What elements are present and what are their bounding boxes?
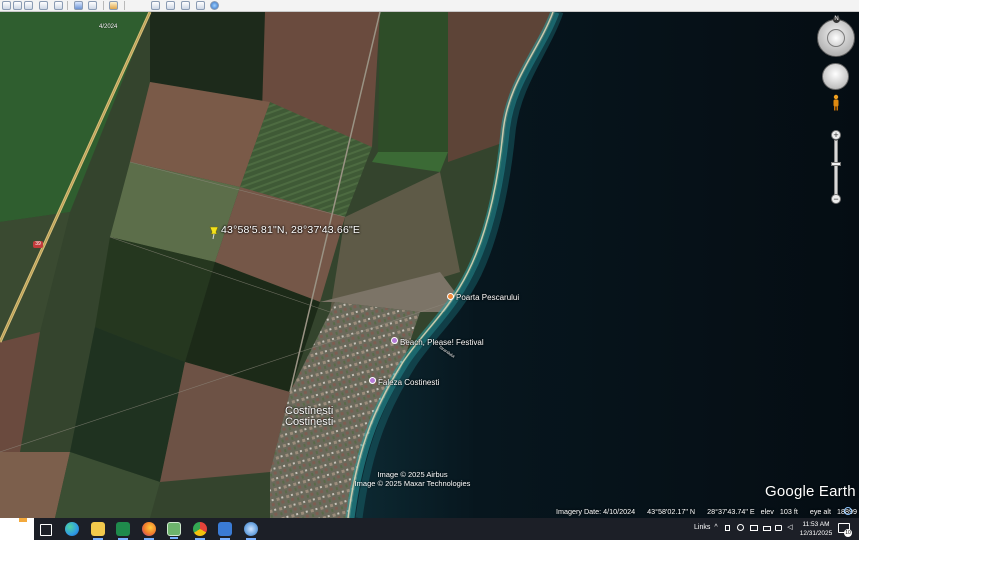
eye-altitude-label: eye alt xyxy=(809,507,832,516)
zoom-out-button[interactable]: − xyxy=(831,194,841,204)
notepadpp-icon[interactable] xyxy=(167,522,181,539)
view-maps-button[interactable] xyxy=(196,1,205,10)
email-button[interactable] xyxy=(151,1,160,10)
elevation-value: 103 ft xyxy=(779,507,798,516)
firefox-icon[interactable] xyxy=(142,522,156,540)
links-toolbar-label[interactable]: Links xyxy=(694,524,710,531)
toolbar-button-8[interactable] xyxy=(109,1,118,10)
street-view-pegman-icon[interactable] xyxy=(832,94,840,111)
latitude-readout: 43°58'02.17" N xyxy=(647,507,696,516)
elevation-label: elev xyxy=(760,507,774,516)
poi-label[interactable]: Poarta Pescarului xyxy=(456,293,519,302)
windows-taskbar: Links ^ ◁ 11:53 AM 12/31/2025 10 xyxy=(0,518,859,540)
tray-status-icon[interactable] xyxy=(737,524,744,531)
placemark-coordinates-label[interactable]: 43°58'5.81"N, 28°37'43.66"E xyxy=(221,224,360,236)
look-joystick[interactable] xyxy=(827,29,845,47)
longitude-readout: 28°37'43.74" E xyxy=(707,507,755,516)
google-earth-window: 4/2024 39 43°58'5.81"N, 28°37'43.66"E Po… xyxy=(0,0,859,540)
store-icon[interactable] xyxy=(218,522,232,540)
toolbar-separator xyxy=(67,1,68,10)
zoom-slider-handle[interactable] xyxy=(831,162,841,166)
poi-marker-icon[interactable] xyxy=(369,377,376,384)
start-region-icon[interactable] xyxy=(19,518,27,522)
task-view-icon[interactable] xyxy=(40,524,52,536)
clock-time: 11:53 AM xyxy=(802,521,830,528)
tray-display-icon[interactable] xyxy=(750,525,758,531)
toolbar-button-1[interactable] xyxy=(2,1,11,10)
toolbar-separator xyxy=(103,1,104,10)
move-joystick[interactable] xyxy=(822,63,849,90)
excel-icon[interactable] xyxy=(116,522,130,540)
poi-label[interactable]: Faleza Costinesti xyxy=(378,378,439,387)
toolbar-separator xyxy=(124,1,125,10)
volume-icon[interactable]: ◁ xyxy=(786,524,794,532)
satellite-imagery xyxy=(0,12,859,518)
edge-icon[interactable] xyxy=(65,522,79,536)
poi-marker-icon[interactable] xyxy=(447,293,454,300)
save-image-button[interactable] xyxy=(181,1,190,10)
battery-icon[interactable] xyxy=(763,526,771,531)
attribution-line: Image © 2025 Maxar Technologies xyxy=(354,479,471,488)
clock-date: 12/31/2025 xyxy=(799,530,833,537)
zoom-slider[interactable] xyxy=(834,140,838,195)
map-view[interactable]: 4/2024 39 43°58'5.81"N, 28°37'43.66"E Po… xyxy=(0,12,859,518)
streaming-indicator-icon xyxy=(844,507,852,515)
toolbar-button-2[interactable] xyxy=(13,1,22,10)
town-label-line: Costinesti xyxy=(285,416,334,428)
status-bar: Imagery Date: 4/10/2024 43°58'02.17" N 2… xyxy=(556,507,859,516)
print-button[interactable] xyxy=(166,1,175,10)
toolbar-button-7[interactable] xyxy=(88,1,97,10)
toolbar-button-6[interactable] xyxy=(74,1,83,10)
earth-button[interactable] xyxy=(210,1,219,10)
imagery-date: Imagery Date: 4/10/2024 xyxy=(556,507,636,516)
poi-marker-icon[interactable] xyxy=(391,337,398,344)
chrome-icon[interactable] xyxy=(193,522,207,540)
scale-label: 4/2024 xyxy=(99,24,118,30)
pushpin-icon[interactable] xyxy=(208,226,220,240)
toolbar-button-3[interactable] xyxy=(24,1,33,10)
toolbar-button-5[interactable] xyxy=(54,1,63,10)
toolbar-button-4[interactable] xyxy=(39,1,48,10)
town-label[interactable]: Costinesti Costinesti xyxy=(285,406,333,428)
file-explorer-icon[interactable] xyxy=(91,522,105,540)
north-indicator[interactable]: N xyxy=(833,16,840,23)
toolbar xyxy=(0,0,859,12)
network-icon[interactable] xyxy=(775,525,782,531)
tray-app-icon[interactable] xyxy=(725,525,730,531)
imagery-attribution: Image © 2025 Airbus Image © 2025 Maxar T… xyxy=(350,470,475,488)
taskbar-left-strip xyxy=(0,518,34,540)
compass-control[interactable]: N xyxy=(817,16,855,57)
attribution-line: Image © 2025 Airbus xyxy=(377,470,448,479)
notification-count-badge: 10 xyxy=(844,529,852,537)
google-earth-icon[interactable] xyxy=(244,522,258,540)
zoom-in-button[interactable]: + xyxy=(831,130,841,140)
road-number-badge: 39 xyxy=(33,241,43,248)
show-hidden-icons-chevron-icon[interactable]: ^ xyxy=(712,524,720,532)
system-clock[interactable]: 11:53 AM 12/31/2025 xyxy=(799,520,833,538)
google-earth-logo: Google Earth xyxy=(765,483,856,500)
